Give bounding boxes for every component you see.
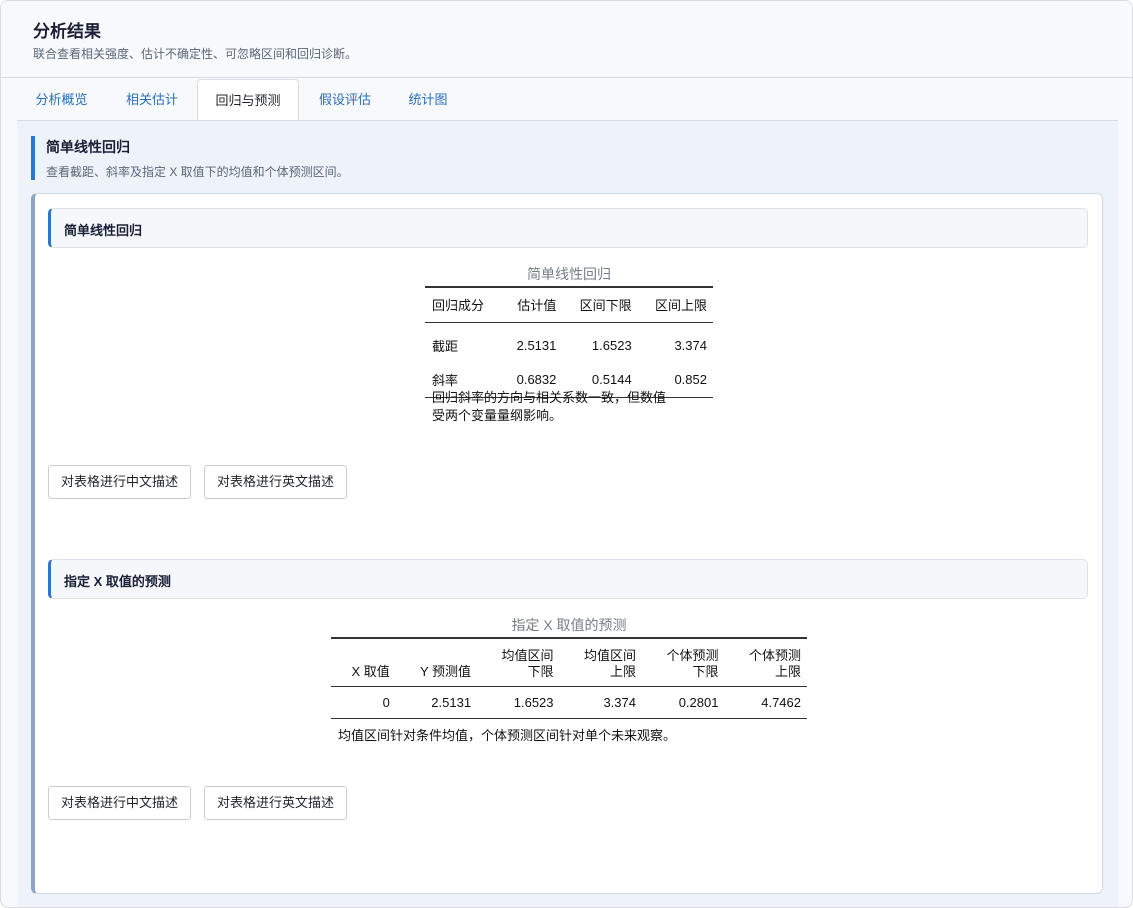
- results-header: 分析结果 联合查看相关强度、估计不确定性、可忽略区间和回归诊断。: [1, 1, 1132, 78]
- prediction-note: 均值区间针对条件均值，个体预测区间针对单个未来观察。: [338, 728, 677, 743]
- cell: 3.374: [603, 695, 636, 710]
- cell: 0: [382, 695, 390, 710]
- tab-charts[interactable]: 统计图: [391, 79, 465, 120]
- col-header: Y 预测值: [419, 664, 472, 679]
- cell: 1.6523: [513, 695, 554, 710]
- col-header: 区间上限: [654, 298, 707, 313]
- table-row: 0 2.5131 1.6523 3.374 0.2801 4.7462: [331, 687, 807, 719]
- tab-overview[interactable]: 分析概览: [17, 79, 106, 120]
- col-header: X 取值: [351, 664, 390, 679]
- cell: 2.5131: [516, 338, 557, 353]
- regression-table-title: 简单线性回归: [527, 266, 611, 282]
- cell: 截距: [432, 339, 459, 354]
- cell: 1.6523: [591, 338, 632, 353]
- prediction-table-header: X 取值 Y 预测值 均值区间 下限 均值区间 上限 个体预测 下限 个体预测 上限: [331, 638, 807, 687]
- cell: 0.2801: [678, 695, 719, 710]
- prediction-heading: 指定 X 取值的预测: [48, 559, 1088, 599]
- regression-note-line: 回归斜率的方向与相关系数一致，但数值: [432, 390, 667, 405]
- col-header: 个体预测 上限: [748, 648, 801, 679]
- prediction-table: X 取值 Y 预测值 均值区间 下限 均值区间 上限 个体预测 下限 个体预测 上限 0…: [331, 637, 807, 719]
- tab-hypothesis[interactable]: 假设评估: [299, 79, 391, 120]
- col-header: 区间下限: [579, 298, 632, 313]
- regression-heading: 简单线性回归: [48, 208, 1088, 248]
- regression-card: 简单线性回归 简单线性回归 回归成分 估计值 区间下限 区间上限 截距 2.51…: [31, 193, 1103, 894]
- col-header: 回归成分: [432, 298, 485, 313]
- section-title: 简单线性回归: [46, 139, 130, 155]
- page-subtitle: 联合查看相关强度、估计不确定性、可忽略区间和回归诊断。: [33, 47, 358, 61]
- regression-note-line: 受两个变量量纲影响。: [432, 408, 563, 423]
- describe-english-button[interactable]: 对表格进行英文描述: [204, 786, 348, 820]
- describe-english-button[interactable]: 对表格进行英文描述: [204, 465, 348, 499]
- results-panel: 分析结果 联合查看相关强度、估计不确定性、可忽略区间和回归诊断。 分析概览 相关…: [0, 0, 1133, 908]
- col-header: 均值区间 下限: [501, 648, 554, 679]
- col-header: 个体预测 下限: [666, 648, 719, 679]
- tab-bar: 分析概览 相关估计 回归与预测 假设评估 统计图: [17, 79, 1117, 121]
- regression-table: 回归成分 估计值 区间下限 区间上限 截距 2.5131 1.6523 3.37…: [425, 286, 713, 398]
- describe-chinese-button[interactable]: 对表格进行中文描述: [48, 465, 192, 499]
- prediction-table-title: 指定 X 取值的预测: [511, 617, 627, 633]
- tab-content: 简单线性回归 查看截距、斜率及指定 X 取值下的均值和个体预测区间。 简单线性回…: [17, 120, 1118, 907]
- cell: 3.374: [674, 338, 707, 353]
- cell: 2.5131: [431, 695, 472, 710]
- table-row: 截距 2.5131 1.6523 3.374: [425, 323, 713, 364]
- section-subtitle: 查看截距、斜率及指定 X 取值下的均值和个体预测区间。: [46, 165, 349, 179]
- regression-note: 回归斜率的方向与相关系数一致，但数值 受两个变量量纲影响。: [432, 389, 712, 425]
- col-header: 均值区间 上限: [583, 648, 636, 679]
- prediction-heading-text: 指定 X 取值的预测: [64, 574, 171, 589]
- cell: 4.7462: [761, 695, 801, 710]
- describe-chinese-button[interactable]: 对表格进行中文描述: [48, 786, 192, 820]
- regression-table-header: 回归成分 估计值 区间下限 区间上限: [425, 287, 713, 323]
- page-title: 分析结果: [33, 22, 101, 41]
- tab-regression[interactable]: 回归与预测: [197, 79, 299, 121]
- tab-correlation[interactable]: 相关估计: [106, 79, 198, 120]
- section-header: 简单线性回归 查看截距、斜率及指定 X 取值下的均值和个体预测区间。: [31, 136, 1091, 180]
- regression-heading-text: 简单线性回归: [64, 223, 143, 238]
- col-header: 估计值: [517, 298, 557, 313]
